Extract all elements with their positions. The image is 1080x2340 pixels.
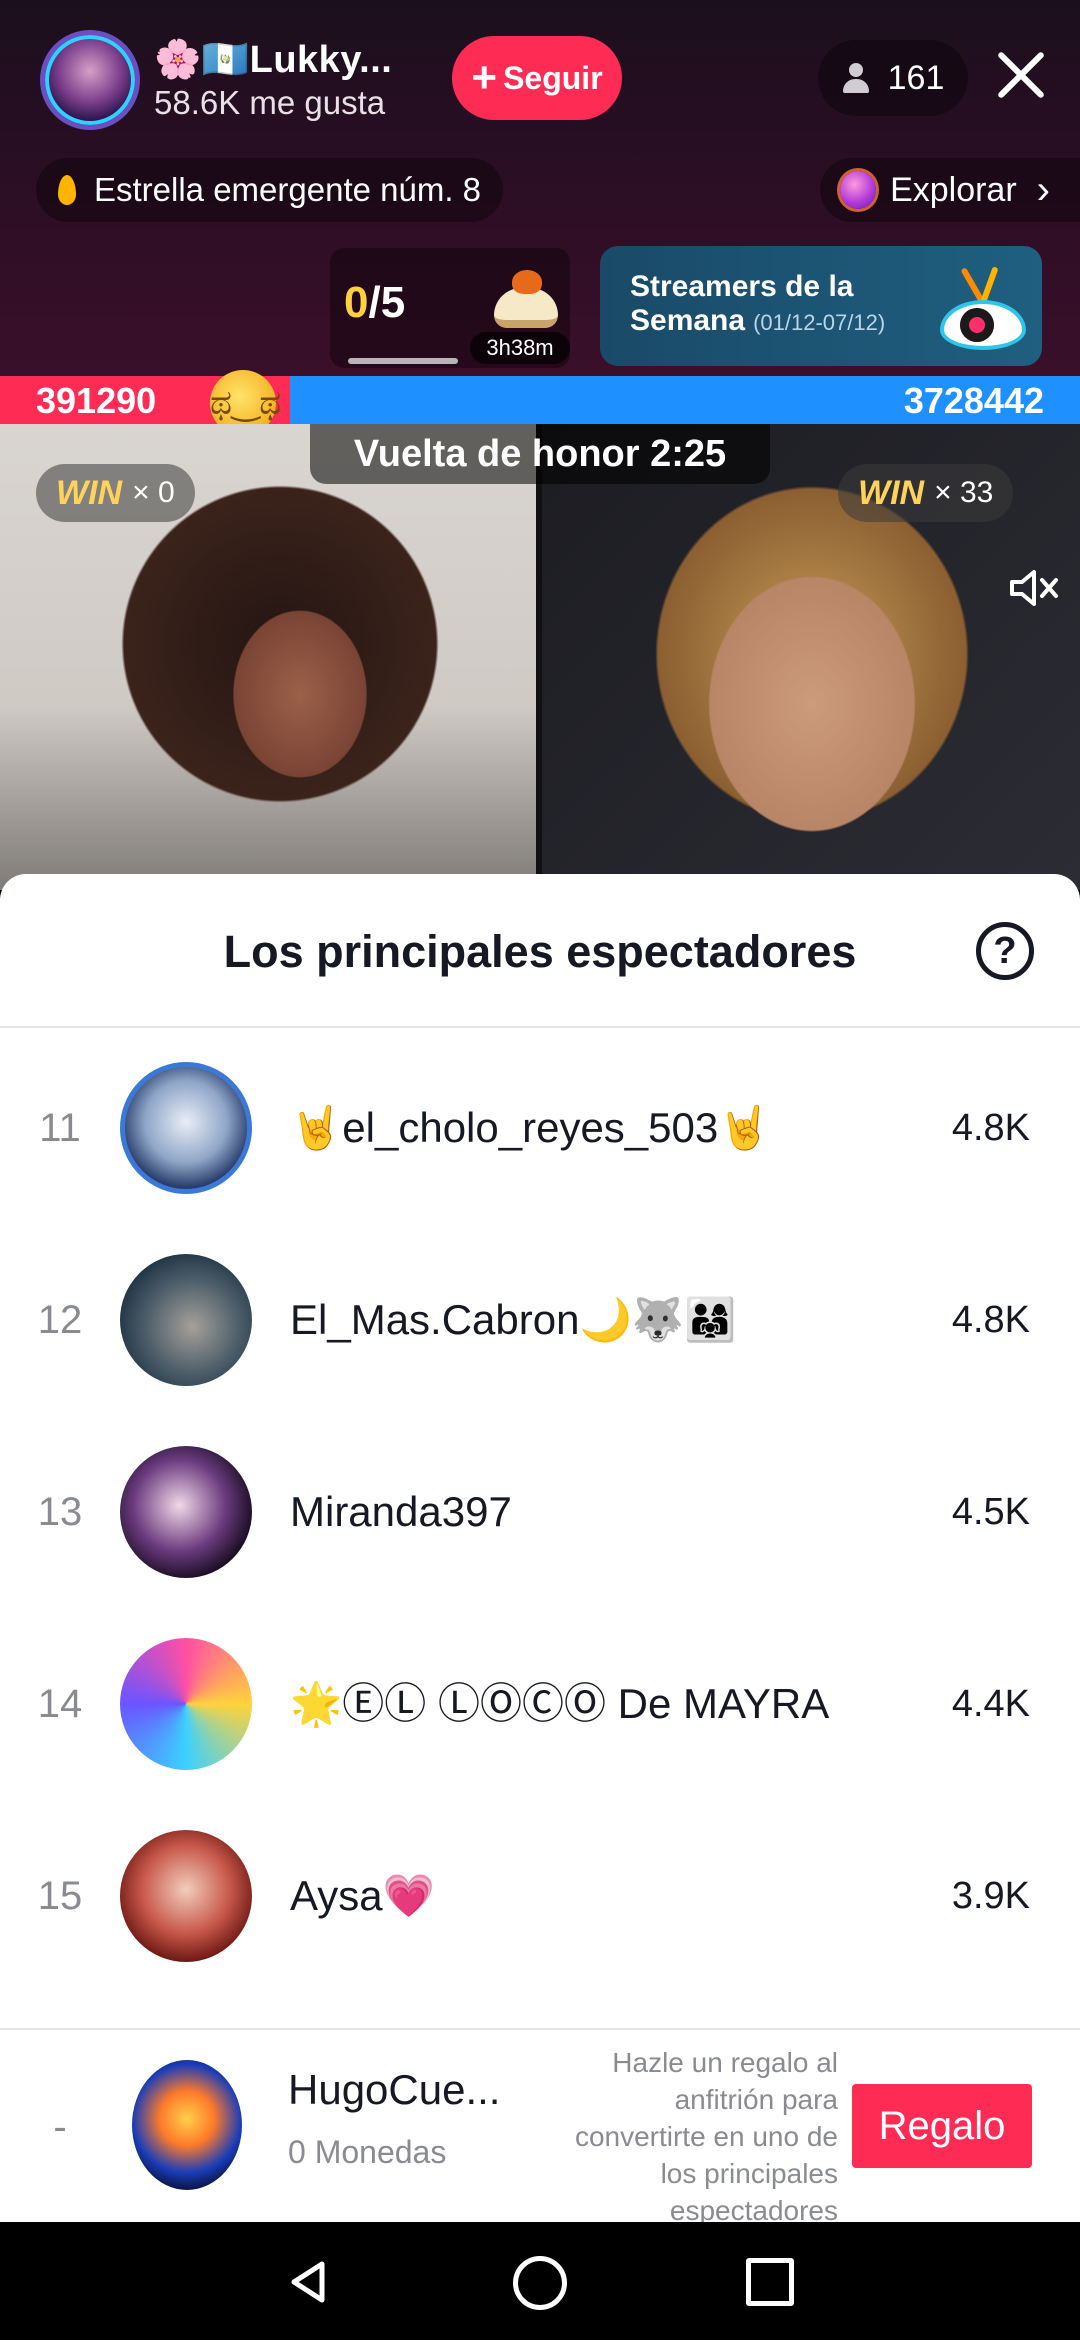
chevron-right-icon: › — [1036, 167, 1050, 212]
flame-icon — [58, 175, 76, 205]
host-name: 🌸🇬🇹Lukky... — [154, 39, 393, 81]
person-icon — [842, 63, 870, 93]
host-avatar[interactable] — [40, 30, 140, 130]
muted-speaker-icon[interactable] — [1002, 558, 1062, 618]
my-viewer-row: - HugoCue... 0 Monedas Hazle un regalo a… — [0, 2028, 1080, 2226]
right-win-badge: WIN × 33 — [838, 464, 1014, 522]
avatar[interactable] — [120, 1830, 252, 1962]
my-coins: 0 Monedas — [288, 2134, 447, 2170]
viewer-rank: 12 — [37, 1298, 83, 1342]
home-icon[interactable] — [513, 2256, 567, 2310]
close-icon[interactable] — [990, 44, 1052, 106]
streamers-of-week-banner[interactable]: Streamers de la Semana (01/12-07/12) — [600, 246, 1042, 366]
viewer-score: 3.9K — [951, 1875, 1030, 1917]
left-win-count: × 0 — [132, 476, 175, 509]
sheet-title: Los principales espectadores — [223, 926, 857, 977]
viewer-score: 4.8K — [951, 1299, 1030, 1341]
avatar[interactable] — [120, 1062, 252, 1194]
quest-timer: 3h38m — [470, 332, 570, 364]
streamers-dates: (01/12-07/12) — [753, 310, 886, 335]
gift-hint: Hazle un regalo al anfitrión para conver… — [574, 2047, 838, 2226]
viewer-rank: 13 — [37, 1490, 83, 1534]
left-win-badge: WIN × 0 — [36, 464, 195, 522]
rising-star-label: Estrella emergente núm. 8 — [94, 171, 482, 208]
follow-button[interactable]: + Seguir — [452, 36, 622, 120]
viewer-name: 🤘el_cholo_reyes_503🤘 — [290, 1104, 771, 1151]
my-name: HugoCue... — [288, 2066, 501, 2113]
quest-done: 0 — [344, 278, 369, 327]
recents-icon[interactable] — [746, 2258, 794, 2306]
viewer-name: El_Mas.Cabron🌙🐺👨‍👩‍👧 — [290, 1296, 737, 1343]
host-text: 🌸🇬🇹Lukky... 58.6K me gusta — [154, 37, 392, 123]
avatar[interactable] — [120, 1638, 252, 1770]
system-nav-bar — [0, 2222, 1080, 2340]
viewer-row[interactable]: 12 El_Mas.Cabron🌙🐺👨‍👩‍👧 4.8K — [0, 1224, 1080, 1416]
follow-label: Seguir — [503, 59, 603, 96]
live-header: 🌸🇬🇹Lukky... 58.6K me gusta + Seguir 161 … — [0, 0, 1080, 376]
rising-star-badge[interactable]: Estrella emergente núm. 8 — [36, 158, 504, 222]
viewer-score: 4.5K — [951, 1491, 1030, 1533]
viewer-row[interactable]: 13 Miranda397 4.5K — [0, 1416, 1080, 1608]
viewer-name: 🌟ⒺⓁ ⓁⓄⒸⓄ De MAYRA — [290, 1680, 830, 1727]
battle-video-area[interactable]: Vuelta de honor 2:25 WIN × 0 WIN × 33 — [0, 424, 1080, 890]
explore-button[interactable]: Explorar › — [820, 158, 1080, 222]
viewer-row[interactable]: 14 🌟ⒺⓁ ⓁⓄⒸⓄ De MAYRA 4.4K — [0, 1608, 1080, 1800]
explore-label: Explorar — [890, 170, 1017, 209]
viewer-count-button[interactable]: 161 — [818, 40, 968, 116]
viewer-score: 4.8K — [951, 1107, 1030, 1149]
eye-icon — [930, 266, 1030, 356]
quest-bar — [348, 358, 458, 364]
right-win-count: × 33 — [934, 476, 994, 509]
quest-progress[interactable]: 0/5 3h38m — [330, 248, 570, 368]
gift-button[interactable]: Regalo — [852, 2084, 1032, 2168]
left-win-label: WIN — [56, 473, 123, 512]
streamers-title: Streamers de la Semana (01/12-07/12) — [630, 270, 930, 340]
viewer-name: Miranda397 — [290, 1488, 512, 1535]
my-avatar[interactable] — [132, 2060, 242, 2190]
right-score: 3728442 — [903, 380, 1044, 421]
quest-total: /5 — [368, 278, 406, 327]
battle-score-bar: 391290 ಥ‿ಥ 3728442 — [0, 370, 1080, 436]
my-rank: - — [53, 2105, 67, 2149]
cake-gift-icon — [490, 270, 562, 334]
honor-lap-timer: Vuelta de honor 2:25 — [310, 424, 770, 484]
viewer-row[interactable]: 15 Aysa💗 3.9K — [0, 1800, 1080, 1992]
planet-icon — [840, 171, 877, 209]
right-win-label: WIN — [858, 473, 925, 512]
viewer-row[interactable]: 11 🤘el_cholo_reyes_503🤘 4.8K — [0, 1032, 1080, 1224]
host-likes: 58.6K me gusta — [154, 84, 386, 121]
viewer-name: Aysa💗 — [290, 1872, 435, 1919]
sheet-divider — [0, 1026, 1080, 1028]
avatar[interactable] — [120, 1254, 252, 1386]
top-viewers-sheet: Los principales espectadores ? 11 🤘el_ch… — [0, 874, 1080, 2222]
viewer-score: 4.4K — [951, 1683, 1030, 1725]
viewer-rank: 11 — [39, 1106, 81, 1150]
viewer-count: 161 — [887, 58, 945, 97]
help-icon[interactable]: ? — [976, 922, 1034, 980]
plus-icon: + — [471, 53, 498, 102]
viewer-rank: 14 — [37, 1682, 83, 1726]
viewer-rank: 15 — [37, 1874, 83, 1918]
quest-count: 0/5 — [344, 278, 405, 328]
left-score: 391290 — [36, 380, 157, 421]
back-icon[interactable] — [284, 2258, 332, 2306]
avatar[interactable] — [120, 1446, 252, 1578]
